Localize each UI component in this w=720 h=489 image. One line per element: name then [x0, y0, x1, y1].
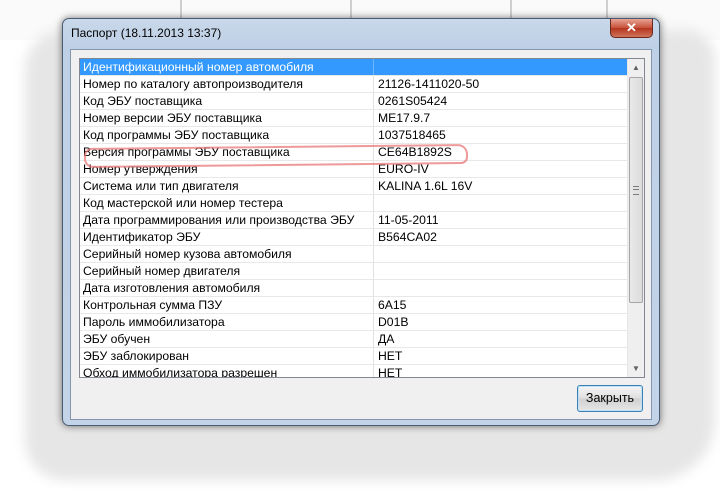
- table-row[interactable]: ЭБУ обучен ДА: [80, 331, 627, 348]
- table-body: Идентификационный номер автомобиля Номер …: [80, 59, 627, 378]
- table-row[interactable]: Пароль иммобилизатора D01B: [80, 314, 627, 331]
- row-value-cell: 0261S05424: [378, 94, 448, 108]
- column-divider: [373, 178, 374, 194]
- row-name-cell: Код программы ЭБУ поставщика: [83, 128, 270, 142]
- close-button[interactable]: Закрыть: [577, 385, 643, 412]
- table-row[interactable]: Код мастерской или номер тестера: [80, 195, 627, 212]
- row-name-cell: Номер утверждения: [83, 162, 198, 176]
- table-row[interactable]: Контрольная сумма ПЗУ 6A15: [80, 297, 627, 314]
- row-value-cell: CE64B1892S: [378, 145, 452, 159]
- column-divider: [373, 280, 374, 296]
- close-icon: ✕: [626, 20, 637, 35]
- row-value-cell: 11-05-2011: [378, 213, 439, 227]
- up-arrow-icon[interactable]: ▲: [628, 59, 644, 76]
- row-value-cell: [378, 246, 623, 262]
- row-value-cell: [378, 263, 623, 279]
- row-value-cell: KALINA 1.6L 16V: [378, 179, 473, 193]
- column-divider: [373, 161, 374, 177]
- row-value-cell: [378, 195, 623, 211]
- row-value-cell: D01B: [378, 315, 409, 329]
- table-row[interactable]: Система или тип двигателя KALINA 1.6L 16V: [80, 178, 627, 195]
- column-divider: [373, 314, 374, 330]
- scrollbar-thumb[interactable]: [629, 77, 643, 303]
- row-value-cell: [378, 280, 623, 296]
- column-divider: [373, 195, 374, 211]
- row-value-cell: ДА: [378, 332, 395, 346]
- table-row[interactable]: Код ЭБУ поставщика 0261S05424: [80, 93, 627, 110]
- table-row[interactable]: Серийный номер двигателя: [80, 263, 627, 280]
- row-value-cell: ME17.9.7: [378, 111, 431, 125]
- row-name-cell: Версия программы ЭБУ поставщика: [83, 145, 290, 159]
- row-name-cell: Контрольная сумма ПЗУ: [83, 298, 223, 312]
- row-name-cell: Серийный номер двигателя: [83, 264, 241, 278]
- row-name-cell: Обход иммобилизатора разрешен: [83, 366, 278, 378]
- window-title: Паспорт (18.11.2013 13:37): [71, 26, 222, 40]
- column-divider: [373, 212, 374, 228]
- down-arrow-icon[interactable]: ▼: [628, 360, 644, 377]
- table-row[interactable]: Идентификационный номер автомобиля: [80, 59, 627, 76]
- row-value-cell: EURO-IV: [378, 162, 429, 176]
- column-divider: [373, 246, 374, 262]
- row-value-cell: 21126-1411020-50: [378, 77, 480, 91]
- table-row[interactable]: Номер версии ЭБУ поставщика ME17.9.7: [80, 110, 627, 127]
- table-row[interactable]: Версия программы ЭБУ поставщика CE64B1892…: [80, 144, 627, 161]
- column-divider: [373, 110, 374, 126]
- column-divider: [373, 331, 374, 347]
- column-divider: [373, 365, 374, 377]
- row-value-cell: 1037518465: [378, 128, 446, 142]
- row-value-cell: НЕТ: [378, 366, 403, 378]
- column-divider: [373, 229, 374, 245]
- column-divider: [373, 59, 374, 75]
- row-name-cell: Пароль иммобилизатора: [83, 315, 225, 329]
- title-bar[interactable]: Паспорт (18.11.2013 13:37) ✕: [63, 19, 659, 49]
- table-row[interactable]: Дата программирования или производства Э…: [80, 212, 627, 229]
- row-name-cell: Номер версии ЭБУ поставщика: [83, 111, 262, 125]
- row-value-cell: B564CA02: [378, 230, 437, 244]
- row-name-cell: Дата программирования или производства Э…: [83, 213, 355, 227]
- table-row[interactable]: Обход иммобилизатора разрешен НЕТ: [80, 365, 627, 378]
- row-value-cell: 6A15: [378, 298, 407, 312]
- passport-dialog: Паспорт (18.11.2013 13:37) ✕ Идентификац…: [62, 18, 660, 426]
- window-close-button[interactable]: ✕: [610, 19, 653, 38]
- column-divider: [373, 127, 374, 143]
- column-divider: [373, 76, 374, 92]
- table-row[interactable]: ЭБУ заблокирован НЕТ: [80, 348, 627, 365]
- table-row[interactable]: Идентификатор ЭБУ B564CA02: [80, 229, 627, 246]
- grip-icon: [633, 186, 639, 195]
- column-divider: [373, 263, 374, 279]
- passport-table[interactable]: Идентификационный номер автомобиля Номер …: [79, 58, 645, 378]
- row-name-cell: Номер по каталогу автопроизводителя: [83, 77, 304, 91]
- table-row[interactable]: Номер утверждения EURO-IV: [80, 161, 627, 178]
- table-row[interactable]: Серийный номер кузова автомобиля: [80, 246, 627, 263]
- row-name-cell: Идентификатор ЭБУ: [83, 230, 201, 244]
- table-row[interactable]: Дата изготовления автомобиля: [80, 280, 627, 297]
- row-name-cell: Серийный номер кузова автомобиля: [83, 247, 292, 261]
- column-divider: [373, 93, 374, 109]
- column-divider: [373, 348, 374, 364]
- row-name-cell: ЭБУ обучен: [83, 332, 151, 346]
- row-name-cell: Дата изготовления автомобиля: [83, 281, 261, 295]
- row-name-cell: Код мастерской или номер тестера: [83, 196, 283, 210]
- column-divider: [373, 297, 374, 313]
- row-name-cell: Система или тип двигателя: [83, 179, 239, 193]
- table-row[interactable]: Номер по каталогу автопроизводителя 21126…: [80, 76, 627, 93]
- table-row[interactable]: Код программы ЭБУ поставщика 1037518465: [80, 127, 627, 144]
- row-value-cell: [378, 59, 623, 75]
- row-name-cell: ЭБУ заблокирован: [83, 349, 189, 363]
- row-value-cell: НЕТ: [378, 349, 403, 363]
- vertical-scrollbar[interactable]: ▲ ▼: [627, 59, 644, 377]
- dialog-client-area: Идентификационный номер автомобиля Номер …: [70, 49, 652, 420]
- row-name-cell: Идентификационный номер автомобиля: [83, 60, 314, 74]
- column-divider: [373, 144, 374, 160]
- row-name-cell: Код ЭБУ поставщика: [83, 94, 203, 108]
